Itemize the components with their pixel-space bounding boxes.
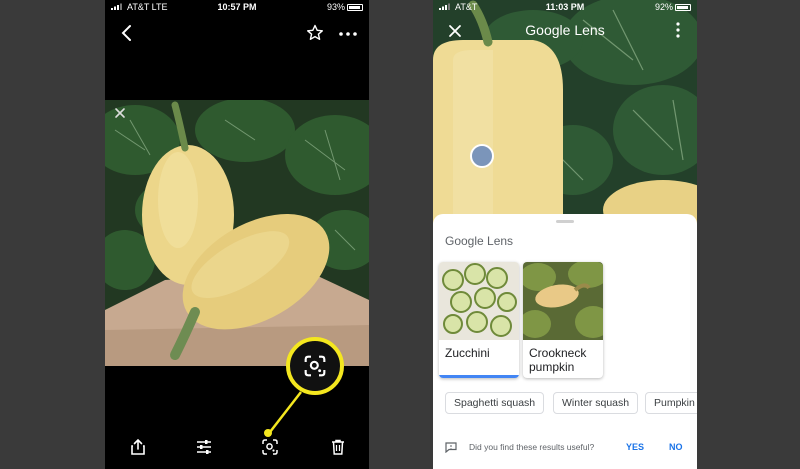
- chip-pumpkin[interactable]: Pumpkin: [645, 392, 697, 414]
- google-lens-screen: AT&T 11:03 PM 92% Google Lens Google Len…: [433, 0, 697, 469]
- battery-icon: [675, 4, 691, 11]
- battery-indicator: 93%: [327, 2, 363, 12]
- feedback-no-button[interactable]: NO: [669, 442, 683, 452]
- star-icon[interactable]: [305, 23, 325, 43]
- feedback-question: Did you find these results useful?: [469, 442, 595, 452]
- lens-toolbar: Google Lens: [433, 18, 697, 48]
- status-bar-right: AT&T 11:03 PM 92%: [433, 0, 697, 14]
- share-icon[interactable]: [129, 438, 147, 456]
- squash-photo-image: [105, 100, 369, 366]
- adjust-icon[interactable]: [195, 438, 213, 456]
- battery-indicator: 92%: [655, 2, 691, 12]
- lens-button-callout[interactable]: [286, 337, 344, 395]
- chip-winter-squash[interactable]: Winter squash: [553, 392, 639, 414]
- result-card-zucchini[interactable]: Zucchini: [439, 262, 519, 378]
- delete-icon[interactable]: [329, 438, 347, 456]
- callout-pointer-dot: [264, 429, 272, 437]
- more-vertical-icon[interactable]: [675, 21, 681, 39]
- result-card-crookneck-pumpkin[interactable]: Crookneck pumpkin: [523, 262, 603, 378]
- lens-icon[interactable]: [261, 438, 279, 456]
- photo-toolbar: [105, 18, 369, 48]
- back-arrow-icon[interactable]: [117, 23, 137, 43]
- result-label: Zucchini: [445, 346, 490, 360]
- zucchini-thumbnail: [439, 262, 519, 340]
- lens-results-sheet: Google Lens Zucchini Crookneck pumpkin S…: [433, 214, 697, 469]
- close-icon[interactable]: [113, 106, 127, 120]
- lens-title: Google Lens: [525, 22, 605, 38]
- selected-indicator: [439, 375, 519, 378]
- chip-spaghetti-squash[interactable]: Spaghetti squash: [445, 392, 545, 414]
- lens-icon: [304, 355, 326, 377]
- feedback-yes-button[interactable]: YES: [626, 442, 644, 452]
- more-horizontal-icon[interactable]: [337, 23, 359, 43]
- lens-focus-dot[interactable]: [470, 144, 494, 168]
- sheet-drag-handle[interactable]: [556, 220, 574, 223]
- sheet-title: Google Lens: [445, 234, 514, 248]
- status-bar-left: AT&T LTE 10:57 PM 93%: [105, 0, 369, 14]
- crookneck-pumpkin-thumbnail: [523, 262, 603, 340]
- photos-app-screen: AT&T LTE 10:57 PM 93%: [105, 0, 369, 469]
- battery-icon: [347, 4, 363, 11]
- result-label: Crookneck pumpkin: [529, 346, 587, 374]
- feedback-icon: [445, 442, 457, 453]
- photo-bottom-toolbar: [105, 430, 369, 466]
- squash-photo: [105, 100, 369, 366]
